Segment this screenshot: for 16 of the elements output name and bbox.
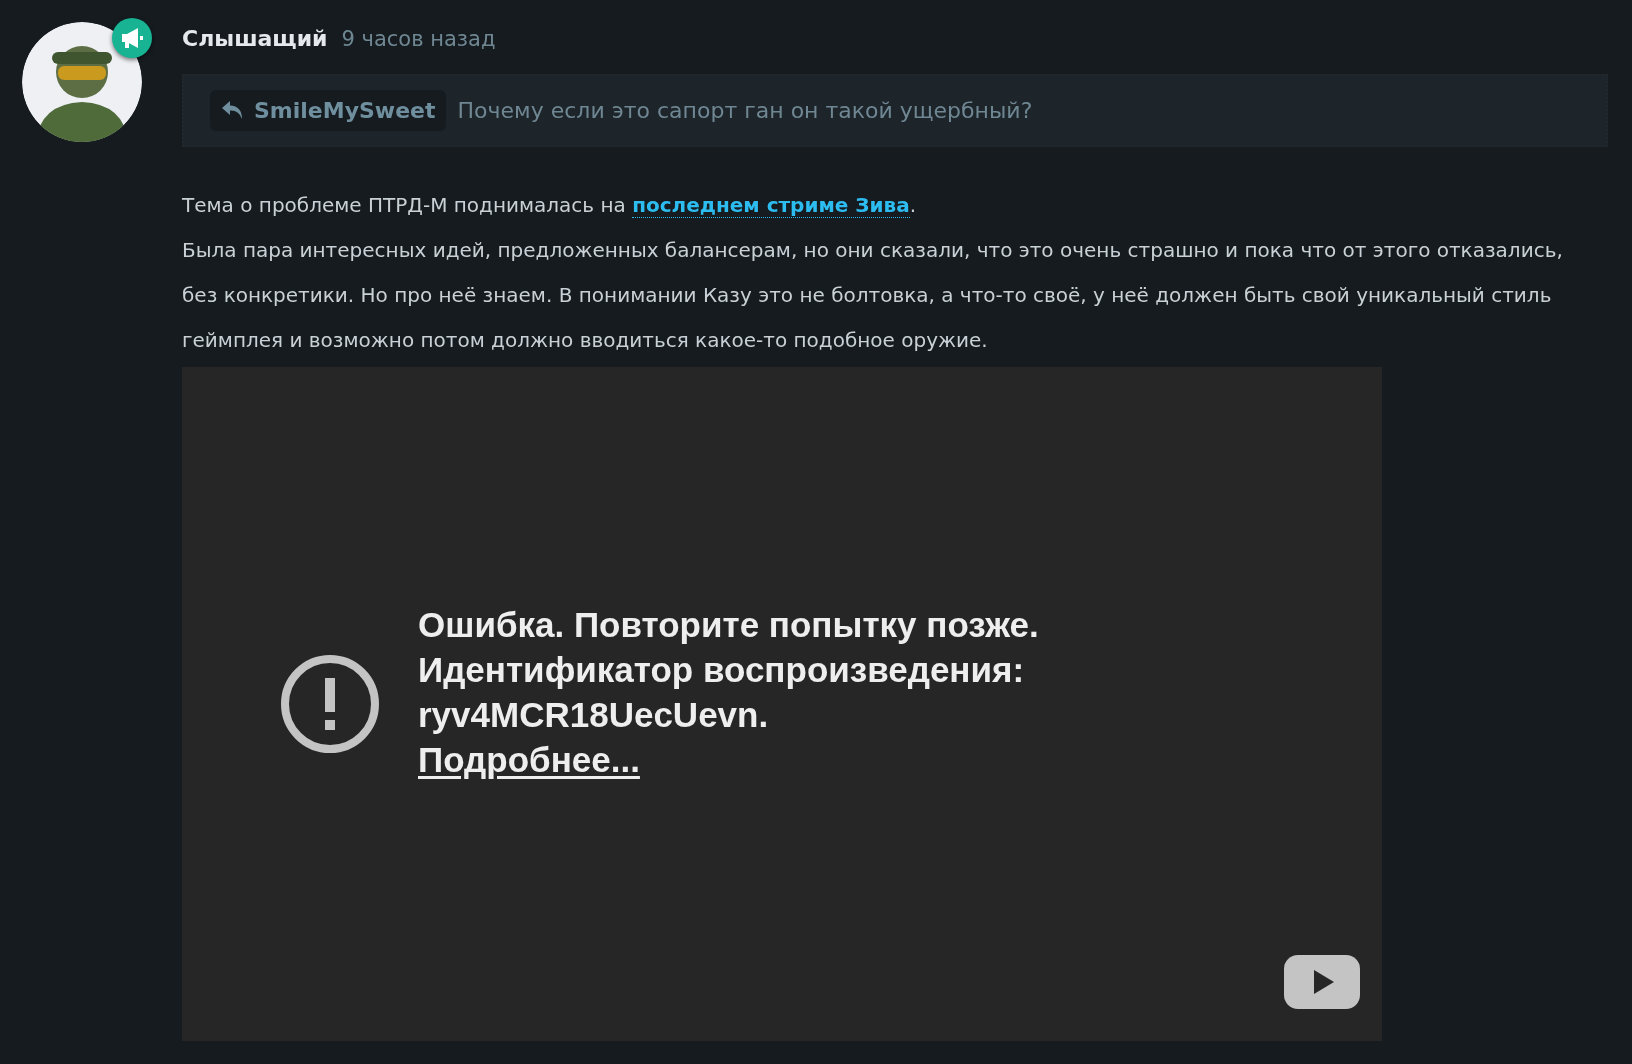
megaphone-icon xyxy=(120,27,144,49)
avatar[interactable] xyxy=(22,22,142,142)
author-name[interactable]: Слышащий xyxy=(182,22,328,55)
paragraph: Тема о проблеме ПТРД-М поднималась на последнем стриме Зива. xyxy=(182,191,918,220)
timestamp: 9 часов назад xyxy=(341,26,496,53)
quote-text: Почему если это сапорт ган он такой ущербный? xyxy=(457,96,1033,125)
video-player[interactable]: Ошибка. Повторите попытку позже. Идентификатор воспроизведения: ryv4MCR18UecUevn. Подробнее... xyxy=(182,366,1382,1041)
error-message: ryv4MCR18UecUevn. xyxy=(418,693,770,736)
warning-icon xyxy=(280,653,380,754)
reply-user-chip[interactable]: SmileMySweet xyxy=(210,89,446,131)
error-message: Ошибка. Повторите попытку позже. xyxy=(418,603,1039,646)
more-link[interactable]: Подробнее... xyxy=(418,739,640,779)
text-link[interactable]: последнем стриме Зива xyxy=(632,192,910,218)
error-message: Идентификатор воспроизведения: xyxy=(418,648,1026,691)
play-logo-icon[interactable] xyxy=(1284,954,1360,1009)
paragraph: Была пара интересных идей, предложенных балансерам, но они сказали, что это очень страшно и пока что от этого отказались, без конкретики. Но про неё знаем. В понимании Казу это не болтовка, а что-то своё, у неё должен быть свой уникальный стиль геймплея и возможно потом должно вводиться какое-то подобное оружие. xyxy=(182,236,1564,354)
